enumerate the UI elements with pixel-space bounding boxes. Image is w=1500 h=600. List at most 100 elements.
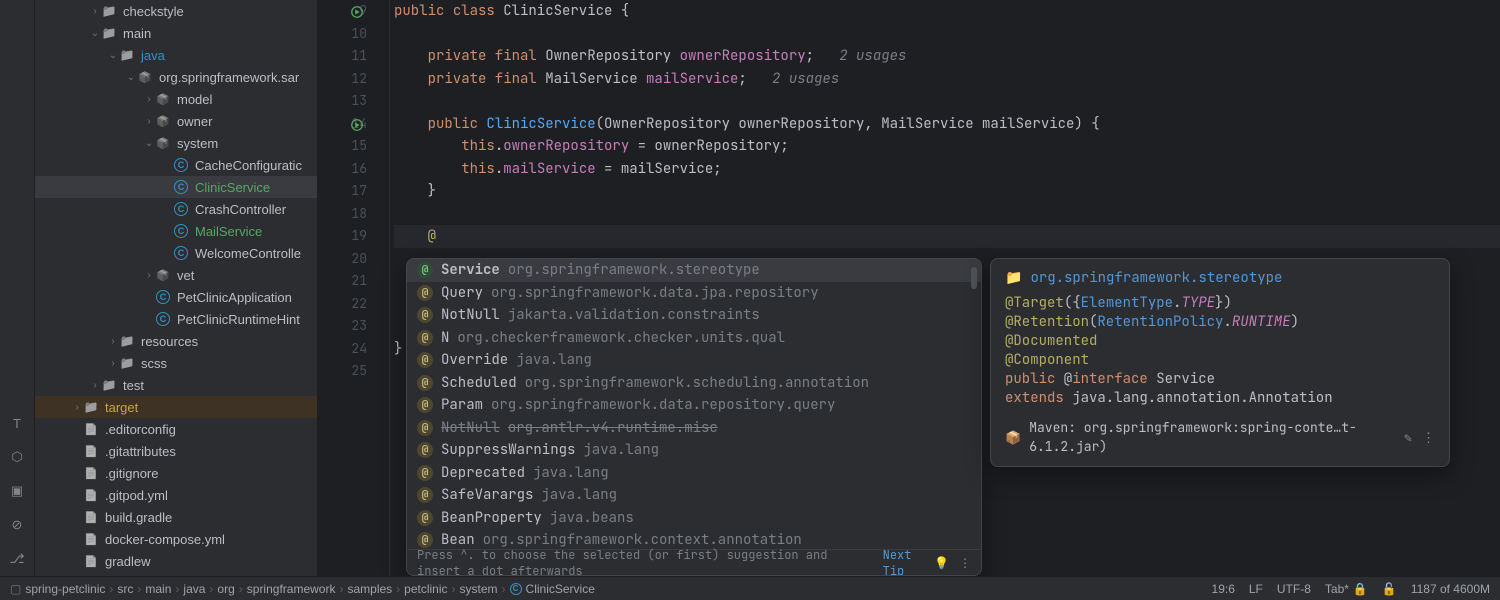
completion-hint: Press ^. to choose the selected (or firs…: [417, 547, 877, 577]
completion-name: Query: [441, 284, 483, 302]
tree-item-vet[interactable]: ›📦vet: [35, 264, 317, 286]
tree-item-welcomecontrolle[interactable]: CWelcomeControlle: [35, 242, 317, 264]
tree-item--editorconfig[interactable]: 📄.editorconfig: [35, 418, 317, 440]
breadcrumb-item[interactable]: java: [183, 582, 205, 596]
edit-icon[interactable]: ✎: [1404, 428, 1412, 447]
completion-item-override[interactable]: @Overridejava.lang: [407, 349, 981, 372]
tree-label: PetClinicApplication: [177, 290, 292, 305]
file-icon: 📄: [83, 421, 99, 437]
chevron-icon: ⌄: [107, 50, 119, 61]
next-tip-link[interactable]: Next Tip: [883, 547, 928, 577]
breadcrumb-item[interactable]: samples: [347, 582, 392, 596]
more-icon[interactable]: ⋮: [959, 555, 971, 571]
file-icon: 📄: [83, 487, 99, 503]
completion-item-beanproperty[interactable]: @BeanPropertyjava.beans: [407, 507, 981, 530]
tree-item-system[interactable]: ⌄📦system: [35, 132, 317, 154]
tree-item-mailservice[interactable]: CMailService: [35, 220, 317, 242]
tree-item-gradlew[interactable]: 📄gradlew: [35, 550, 317, 572]
tree-label: .gitattributes: [105, 444, 176, 459]
breadcrumb-separator: ›: [502, 582, 506, 596]
problems-icon[interactable]: ⊘: [8, 516, 26, 534]
memory-indicator[interactable]: 1187 of 4600M: [1411, 582, 1490, 596]
completion-package: org.springframework.data.repository.quer…: [491, 396, 835, 414]
tree-label: system: [177, 136, 218, 151]
tree-item-java[interactable]: ⌄java: [35, 44, 317, 66]
completion-name: BeanProperty: [441, 509, 542, 527]
tree-item-docker-compose-yml[interactable]: 📄docker-compose.yml: [35, 528, 317, 550]
completion-item-query[interactable]: @Queryorg.springframework.data.jpa.repos…: [407, 282, 981, 305]
breadcrumb-item[interactable]: main: [145, 582, 171, 596]
breadcrumb-item[interactable]: CClinicService: [510, 582, 595, 596]
tree-item-model[interactable]: ›📦model: [35, 88, 317, 110]
breadcrumb-separator: ›: [109, 582, 113, 596]
tree-label: .gitpod.yml: [105, 488, 168, 503]
completion-item-safevarargs[interactable]: @SafeVarargsjava.lang: [407, 484, 981, 507]
tree-label: main: [123, 26, 151, 41]
readonly-icon[interactable]: 🔓: [1382, 582, 1397, 596]
popup-scrollbar[interactable]: [971, 267, 977, 289]
hex-icon[interactable]: ⬡: [8, 448, 26, 466]
indent-setting[interactable]: Tab* 🔒: [1325, 582, 1368, 596]
tree-item--gitattributes[interactable]: 📄.gitattributes: [35, 440, 317, 462]
breadcrumb-separator: ›: [209, 582, 213, 596]
line-number: 15: [317, 135, 367, 158]
tree-item-build-gradle[interactable]: 📄build.gradle: [35, 506, 317, 528]
line-number: 23: [317, 315, 367, 338]
package-icon: 📦: [155, 267, 171, 283]
completion-name: Service: [441, 261, 500, 279]
completion-item-suppresswarnings[interactable]: @SuppressWarningsjava.lang: [407, 439, 981, 462]
tree-item--gitignore[interactable]: 📄.gitignore: [35, 462, 317, 484]
tree-item-clinicservice[interactable]: CClinicService: [35, 176, 317, 198]
breadcrumb-item[interactable]: ▢spring-petclinic: [10, 582, 105, 596]
tree-item-crashcontroller[interactable]: CCrashController: [35, 198, 317, 220]
completion-package: java.lang: [533, 464, 609, 482]
line-number: 19: [317, 225, 367, 248]
tree-item-org-springframework-sar[interactable]: ⌄📦org.springframework.sar: [35, 66, 317, 88]
completion-item-notnull[interactable]: @NotNulljakarta.validation.constraints: [407, 304, 981, 327]
cursor-position[interactable]: 19:6: [1212, 582, 1235, 596]
breadcrumb-item[interactable]: system: [460, 582, 498, 596]
terminal-icon[interactable]: ▣: [8, 482, 26, 500]
class-icon: C: [173, 157, 189, 173]
breadcrumb-item[interactable]: src: [117, 582, 133, 596]
editor-gutter: 910111213141516171819202122232425: [317, 0, 390, 576]
gutter-run-icon[interactable]: [350, 4, 364, 18]
tree-item-resources[interactable]: ›resources: [35, 330, 317, 352]
doc-line-5: public @interface Service: [1005, 370, 1435, 389]
completion-item-n[interactable]: @Norg.checkerframework.checker.units.qua…: [407, 327, 981, 350]
tree-item-main[interactable]: ⌄main: [35, 22, 317, 44]
tree-item-petclinicapplication[interactable]: CPetClinicApplication: [35, 286, 317, 308]
project-sidebar: ›checkstyle⌄main⌄java⌄📦org.springframewo…: [35, 0, 317, 576]
gutter-run-icon[interactable]: [350, 117, 364, 131]
completion-package: java.lang: [541, 486, 617, 504]
completion-item-service[interactable]: @Serviceorg.springframework.stereotype: [407, 259, 981, 282]
tree-item-cacheconfiguratic[interactable]: CCacheConfiguratic: [35, 154, 317, 176]
tree-item-checkstyle[interactable]: ›checkstyle: [35, 0, 317, 22]
encoding[interactable]: UTF-8: [1277, 582, 1311, 596]
completion-item-notnull[interactable]: @NotNullorg.antlr.v4.runtime.misc: [407, 417, 981, 440]
tree-item-test[interactable]: ›test: [35, 374, 317, 396]
tree-item-owner[interactable]: ›📦owner: [35, 110, 317, 132]
project-icon: ▢: [10, 582, 21, 596]
completion-item-deprecated[interactable]: @Deprecatedjava.lang: [407, 462, 981, 485]
breadcrumb-item[interactable]: petclinic: [404, 582, 447, 596]
completion-package: org.springframework.stereotype: [508, 261, 760, 279]
text-tool-icon[interactable]: T: [8, 414, 26, 432]
annotation-badge-icon: @: [417, 285, 433, 301]
breadcrumb[interactable]: ▢spring-petclinic›src›main›java›org›spri…: [10, 582, 595, 596]
tree-item-target[interactable]: ›target: [35, 396, 317, 418]
breadcrumb-item[interactable]: springframework: [247, 582, 336, 596]
vcs-icon[interactable]: ⎇: [8, 550, 26, 568]
completion-item-param[interactable]: @Paramorg.springframework.data.repositor…: [407, 394, 981, 417]
tree-item-scss[interactable]: ›scss: [35, 352, 317, 374]
doc-package[interactable]: org.springframework.stereotype: [1030, 269, 1282, 288]
more-icon[interactable]: ⋮: [1422, 428, 1435, 447]
line-number: 25: [317, 360, 367, 383]
tree-item--gitpod-yml[interactable]: 📄 .gitpod.yml: [35, 484, 317, 506]
line-separator[interactable]: LF: [1249, 582, 1263, 596]
annotation-badge-icon: @: [417, 397, 433, 413]
breadcrumb-separator: ›: [175, 582, 179, 596]
breadcrumb-item[interactable]: org: [217, 582, 234, 596]
completion-item-scheduled[interactable]: @Scheduledorg.springframework.scheduling…: [407, 372, 981, 395]
tree-item-petclinicruntimehint[interactable]: CPetClinicRuntimeHint: [35, 308, 317, 330]
